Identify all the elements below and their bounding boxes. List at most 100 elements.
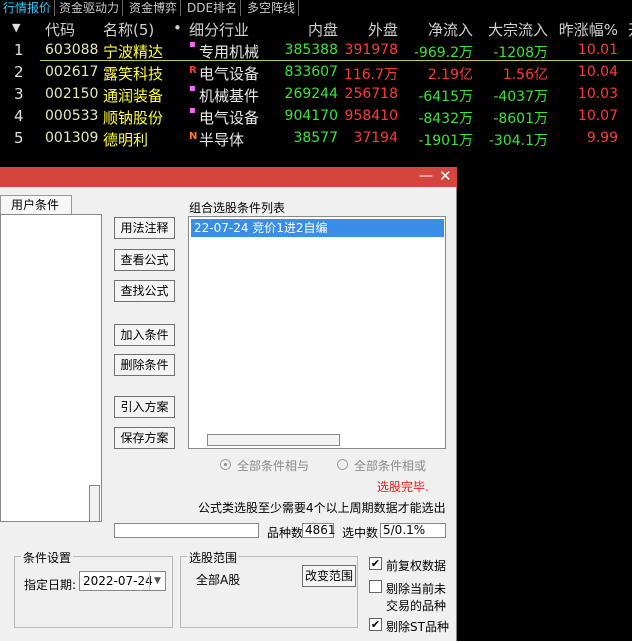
table-row[interactable]: 2 002617 露笑科技 R 电气设备 833607 116.7万 2.19亿… — [0, 61, 632, 83]
col-net[interactable]: 净流入 — [428, 19, 473, 40]
stock-flag: ▪ — [189, 105, 196, 116]
save-scheme-button[interactable]: 保存方案 — [114, 427, 175, 449]
tab-dde-rank[interactable]: DDE排名 — [184, 0, 242, 16]
outer-volume: 116.7万 — [343, 67, 398, 83]
checkbox-adjusted-label: 前复权数据 — [386, 559, 447, 573]
stock-flag: R — [189, 65, 197, 76]
row-number: 3 — [14, 85, 24, 103]
dialog-title-bar[interactable]: — ✕ — [0, 167, 457, 187]
col-name[interactable]: 名称(5) — [103, 19, 154, 40]
delete-condition-button[interactable]: 删除条件 — [114, 354, 175, 376]
minimize-icon[interactable]: — — [419, 168, 433, 184]
table-row[interactable]: 5 001309 德明利 N 半导体 38577 37194 -1901万 -3… — [0, 127, 632, 149]
quote-table: ▼ 代码 名称(5) • 细分行业 内盘 外盘 净流入 大宗流入 昨涨幅% 开 … — [0, 17, 632, 150]
combo-list-title: 组合选股条件列表 — [189, 201, 286, 215]
table-row[interactable]: 3 002150 通润装备 ▪ 机械基件 269244 256718 -6415… — [0, 83, 632, 105]
net-inflow: -6415万 — [418, 89, 473, 105]
stock-name: 顺钠股份 — [103, 109, 164, 127]
col-change[interactable]: 昨涨幅% — [559, 19, 618, 40]
stock-name: 露笑科技 — [103, 65, 164, 83]
usage-note-button[interactable]: 用法注释 — [114, 217, 175, 239]
view-formula-button[interactable]: 查看公式 — [114, 249, 175, 271]
selected-value: 5/0.1% — [380, 523, 446, 538]
row-number: 4 — [14, 107, 24, 125]
stock-selector-dialog: — ✕ 用户条件 用法注释 查看公式 查找公式 加入条件 删除条件 引入方案 保… — [0, 167, 457, 641]
stock-industry: 半导体 — [199, 131, 245, 149]
date-select[interactable]: 2022-07-24 ▼ — [79, 571, 166, 591]
radio-and[interactable] — [220, 459, 231, 470]
import-scheme-button[interactable]: 引入方案 — [114, 396, 175, 418]
stock-name: 宁波精达 — [103, 43, 164, 61]
stock-code: 002617 — [45, 64, 99, 80]
sort-dropdown-icon[interactable]: ▼ — [12, 21, 20, 34]
table-row[interactable]: 1 603088 宁波精达 ▪ 专用机械 385388 391978 -969.… — [0, 39, 632, 61]
row-number: 2 — [14, 63, 24, 81]
net-inflow: -1901万 — [418, 133, 473, 149]
checkbox-untraded-label-1: 剔除当前未 — [386, 582, 447, 596]
prev-change: 9.99 — [586, 130, 618, 146]
horizontal-scrollbar[interactable] — [207, 434, 340, 446]
outer-volume: 391978 — [344, 42, 398, 58]
stock-flag: N — [189, 131, 198, 142]
col-inner[interactable]: 内盘 — [308, 19, 338, 40]
row-number: 1 — [14, 41, 24, 59]
col-extra[interactable]: 开 — [628, 19, 632, 40]
selected-label: 选中数 — [342, 526, 379, 540]
checkbox-adjusted-data[interactable]: ✔ — [369, 557, 382, 570]
background-area — [458, 167, 632, 641]
inner-volume: 833607 — [284, 64, 338, 80]
col-outer[interactable]: 外盘 — [368, 19, 398, 40]
stock-industry: 电气设备 — [199, 65, 260, 83]
radio-and-label: 全部条件相与 — [237, 459, 310, 473]
stock-flag: ▪ — [189, 39, 196, 50]
combo-condition-list[interactable]: 22-07-24 竞价1进2自编 — [188, 216, 446, 449]
count-label: 品种数 — [267, 526, 304, 540]
chevron-down-icon[interactable]: ▼ — [149, 572, 165, 590]
outer-volume: 256718 — [344, 86, 398, 102]
checkbox-untraded-label-2: 交易的品种 — [386, 599, 447, 613]
market-tab-strip: 行情报价 资金驱动力 资金博弈 DDE排名 多空阵线 — [0, 0, 632, 17]
tab-fund-drive[interactable]: 资金驱动力 — [56, 0, 124, 16]
block-inflow: 1.56亿 — [502, 67, 548, 83]
col-dot: • — [173, 19, 182, 37]
radio-or[interactable] — [337, 459, 348, 470]
change-range-button[interactable]: 改变范围 — [302, 565, 356, 587]
condition-list[interactable] — [0, 214, 102, 522]
tab-long-short[interactable]: 多空阵线 — [244, 0, 300, 16]
date-label: 指定日期: — [24, 578, 77, 592]
col-code[interactable]: 代码 — [45, 19, 75, 40]
col-industry[interactable]: 细分行业 — [189, 19, 249, 40]
list-scrollbar-thumb[interactable] — [89, 485, 100, 522]
inner-volume: 269244 — [284, 86, 338, 102]
checkbox-exclude-st[interactable]: ✔ — [369, 618, 382, 631]
prev-change: 10.01 — [577, 42, 618, 58]
tab-market-quote[interactable]: 行情报价 — [0, 0, 56, 16]
stock-code: 002150 — [45, 86, 99, 102]
row-number: 5 — [14, 129, 24, 147]
radio-or-label: 全部条件相或 — [354, 459, 427, 473]
stock-code: 603088 — [45, 42, 99, 58]
net-inflow: -8432万 — [418, 111, 473, 127]
table-row[interactable]: 4 000533 顺钠股份 ▪ 电气设备 904170 958410 -8432… — [0, 105, 632, 127]
quote-table-header: ▼ 代码 名称(5) • 细分行业 内盘 外盘 净流入 大宗流入 昨涨幅% 开 — [0, 17, 632, 39]
find-formula-button[interactable]: 查找公式 — [114, 280, 175, 302]
tab-user-conditions[interactable]: 用户条件 — [0, 195, 72, 215]
net-inflow: -969.2万 — [413, 45, 473, 61]
stock-name: 德明利 — [103, 131, 149, 149]
stock-code: 001309 — [45, 130, 99, 146]
outer-volume: 958410 — [344, 108, 398, 124]
stock-flag: ▪ — [189, 83, 196, 94]
net-inflow: 2.19亿 — [427, 67, 473, 83]
inner-volume: 385388 — [284, 42, 338, 58]
close-icon[interactable]: ✕ — [439, 167, 452, 185]
col-bigflow[interactable]: 大宗流入 — [488, 19, 548, 40]
block-inflow: -4037万 — [493, 89, 548, 105]
list-item[interactable]: 22-07-24 竞价1进2自编 — [191, 219, 444, 237]
block-inflow: -304.1万 — [488, 133, 548, 149]
range-value: 全部A股 — [196, 573, 241, 587]
tab-fund-game[interactable]: 资金博弈 — [126, 0, 182, 16]
checkbox-exclude-untraded[interactable] — [369, 580, 382, 593]
stock-industry: 机械基件 — [199, 87, 260, 105]
add-condition-button[interactable]: 加入条件 — [114, 324, 175, 346]
block-inflow: -8601万 — [493, 111, 548, 127]
